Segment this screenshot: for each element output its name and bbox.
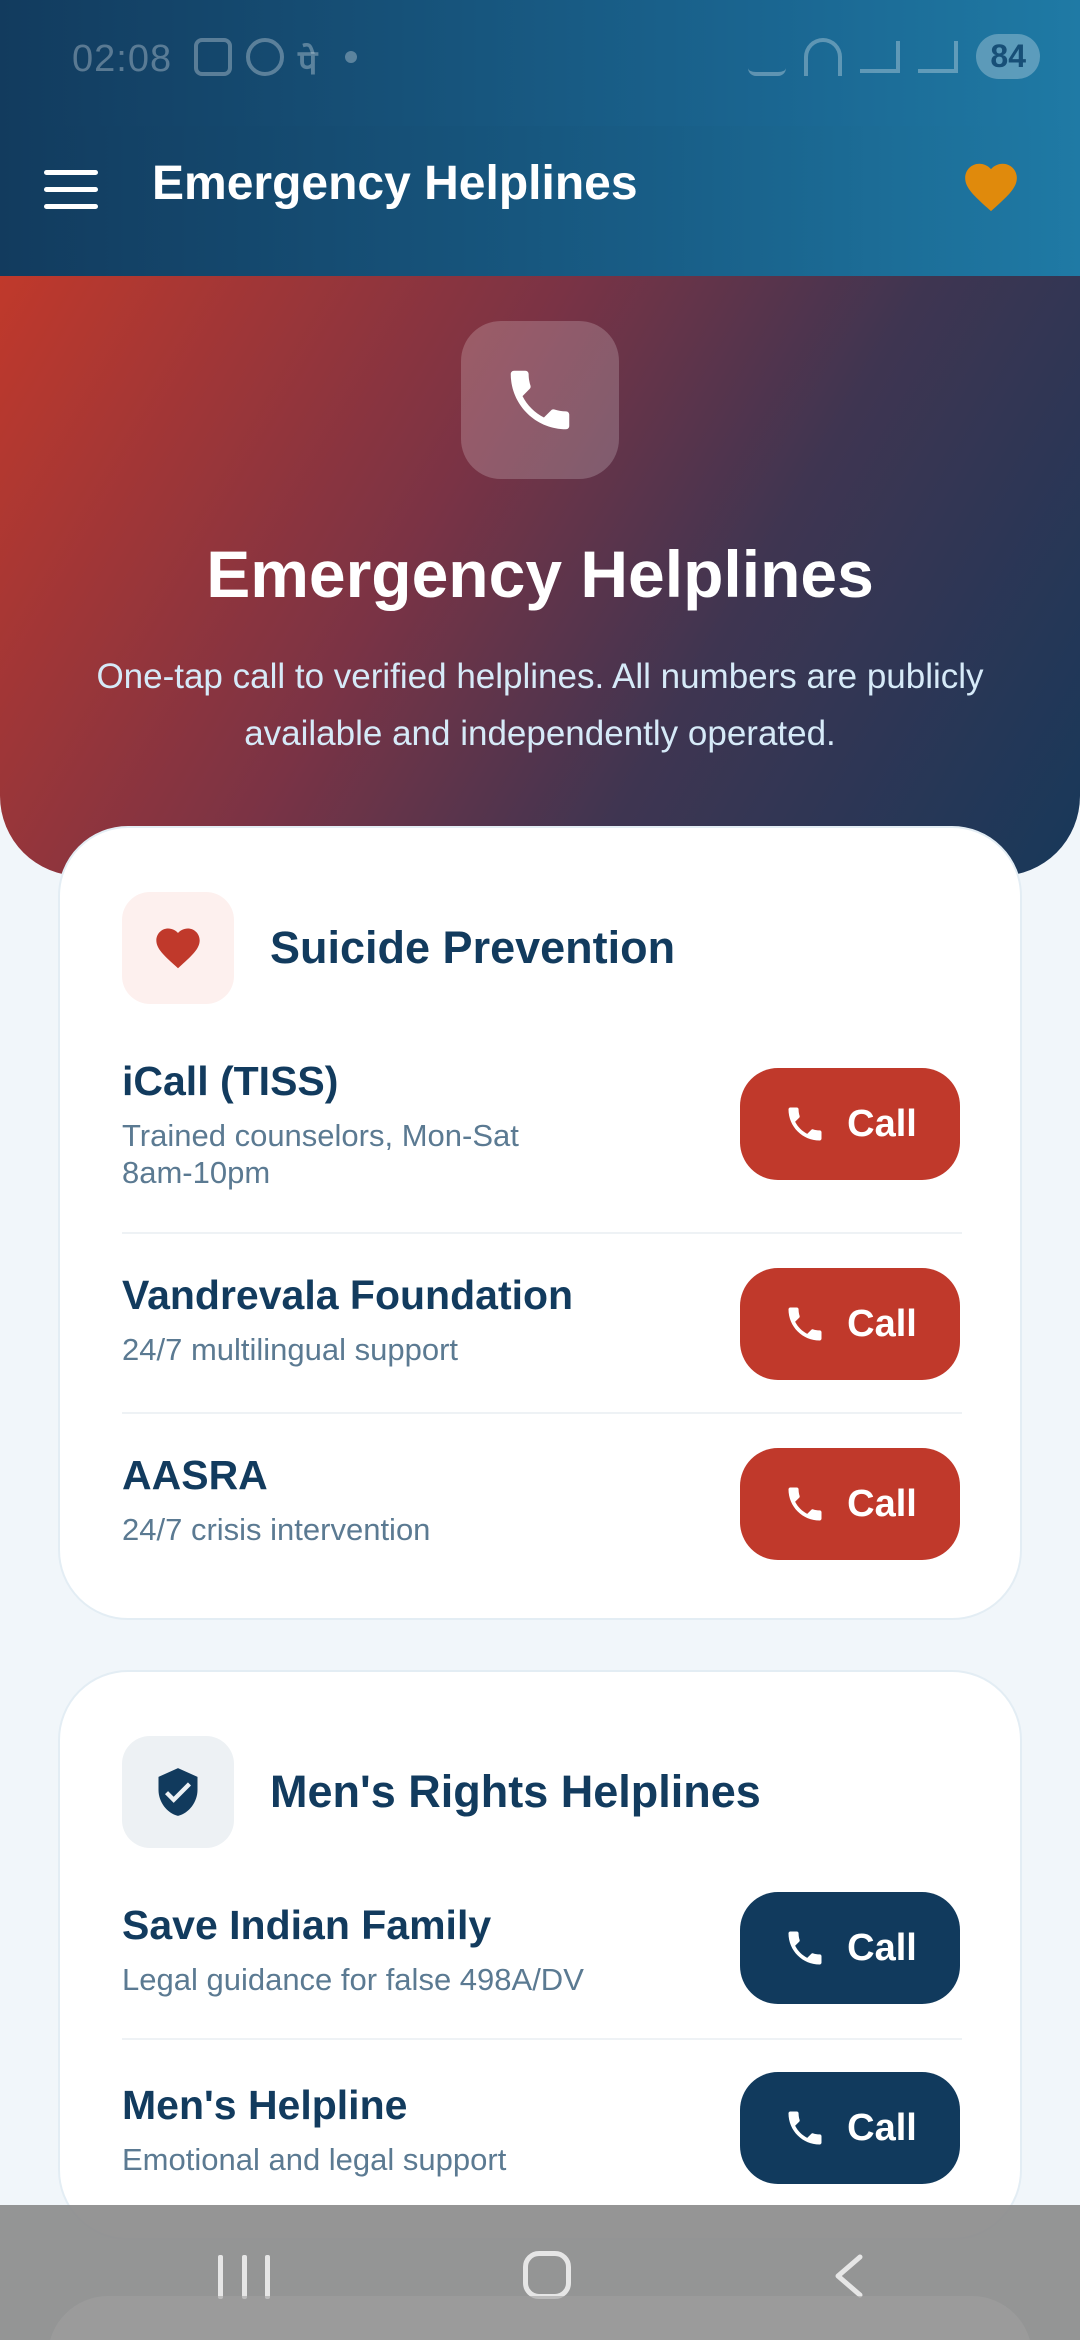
section-title: Suicide Prevention <box>270 922 676 973</box>
more-notifications-dot <box>345 51 358 63</box>
call-button[interactable]: Call <box>740 2072 960 2184</box>
signal-icon-1 <box>860 40 901 73</box>
status-bar: 02:08 पे 84 <box>0 0 1080 126</box>
status-time: 02:08 <box>72 38 173 80</box>
suicide-prevention-card: Suicide Prevention iCall (TISS) Trained … <box>58 826 1022 1620</box>
app-title: Emergency Helplines <box>152 157 638 210</box>
section-title: Men's Rights Helplines <box>270 1766 761 1817</box>
card-header: Men's Rights Helplines <box>122 1736 761 1848</box>
shield-check-icon <box>122 1736 234 1848</box>
sleep-icon <box>748 38 787 76</box>
call-button[interactable]: Call <box>740 1448 960 1560</box>
helpline-desc: Emotional and legal support <box>122 2142 507 2177</box>
call-button[interactable]: Call <box>740 1892 960 2004</box>
phonepe-icon: पे <box>298 44 318 82</box>
divider <box>122 1232 962 1234</box>
phone-icon <box>788 2111 822 2145</box>
screenshot-icon <box>194 38 232 76</box>
helplines-screen: 02:08 पे 84 Emergency Helplines Emergenc… <box>0 0 1080 2340</box>
call-label: Call <box>847 1102 917 1145</box>
phone-icon <box>461 321 619 479</box>
phone-icon <box>788 1487 822 1521</box>
hero-banner: Emergency Helplines One-tap call to veri… <box>0 276 1080 876</box>
app-bar: Emergency Helplines <box>0 126 1080 276</box>
call-label: Call <box>847 2106 917 2149</box>
hamburger-icon[interactable] <box>44 170 98 214</box>
call-button[interactable]: Call <box>740 1068 960 1180</box>
system-icons: 84 <box>748 34 1040 79</box>
card-header: Suicide Prevention <box>122 892 675 1004</box>
heart-icon[interactable] <box>960 156 1022 218</box>
phone-icon <box>788 1307 822 1341</box>
hero-subtitle: One-tap call to verified helplines. All … <box>96 657 984 753</box>
heart-icon <box>122 892 234 1004</box>
teams-icon <box>246 38 284 76</box>
call-label: Call <box>847 1926 917 1969</box>
helpline-desc: 24/7 crisis intervention <box>122 1512 431 1547</box>
battery-indicator: 84 <box>976 34 1040 79</box>
phone-icon <box>788 1107 822 1141</box>
next-card-peek <box>48 2296 1032 2340</box>
helpline-desc: Legal guidance for false 498A/DV <box>122 1962 584 1997</box>
phone-icon <box>788 1931 822 1965</box>
divider <box>122 2038 962 2040</box>
hero-title: Emergency Helplines <box>206 537 874 611</box>
call-label: Call <box>847 1482 917 1525</box>
wifi-icon <box>804 37 843 76</box>
divider <box>122 1412 962 1414</box>
call-button[interactable]: Call <box>740 1268 960 1380</box>
helpline-desc: 24/7 multilingual support <box>122 1332 459 1367</box>
signal-icon-2 <box>918 40 959 73</box>
home-icon[interactable] <box>523 2251 571 2299</box>
call-label: Call <box>847 1302 917 1345</box>
recents-icon[interactable] <box>218 2255 270 2299</box>
helpline-desc: Trained counselors, Mon-Sat 8am-10pm <box>122 1118 519 1190</box>
mens-rights-card: Men's Rights Helplines Save Indian Famil… <box>58 1670 1022 2240</box>
notification-icons: पे <box>194 38 358 82</box>
back-icon[interactable] <box>830 2253 870 2299</box>
